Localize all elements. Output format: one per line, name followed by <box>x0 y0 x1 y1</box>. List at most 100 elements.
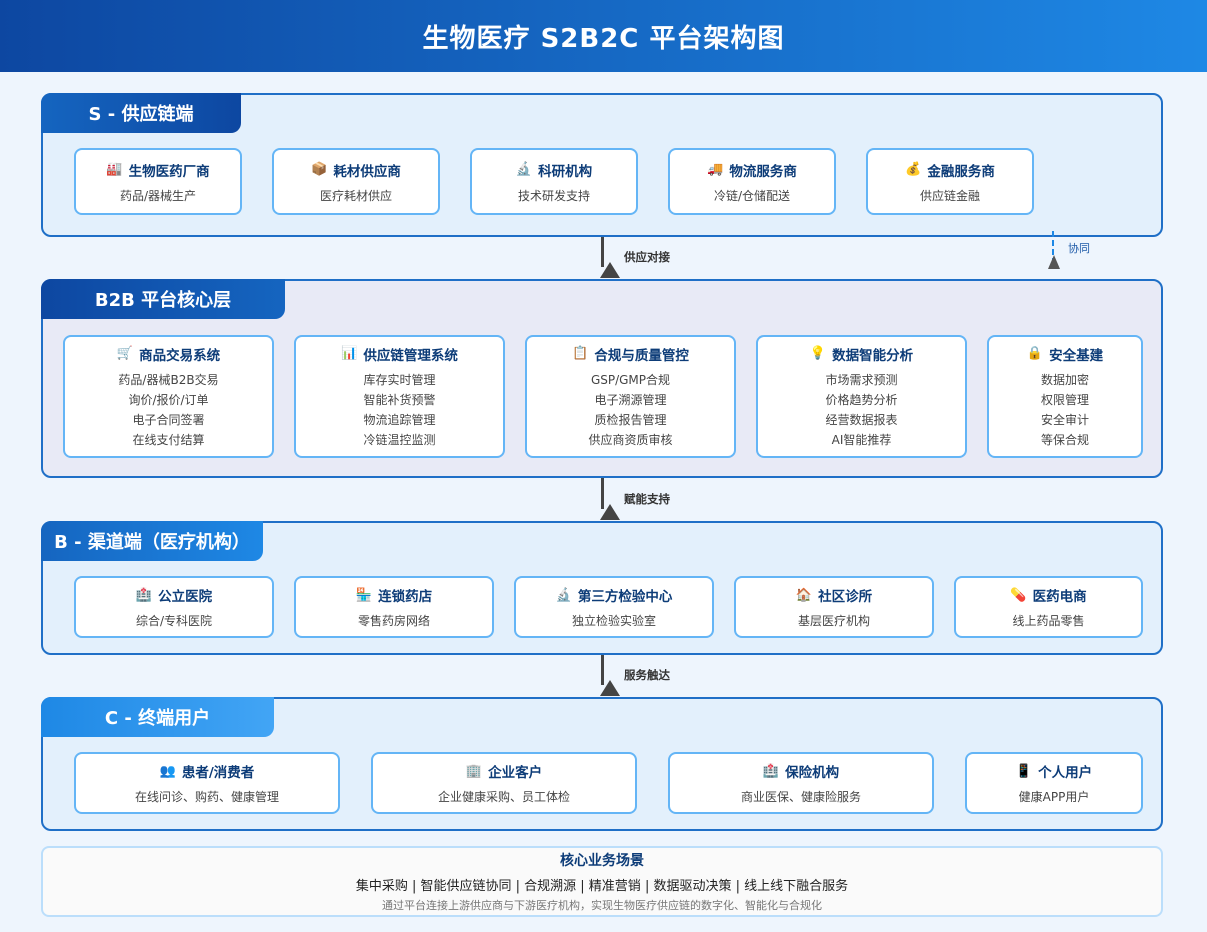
card-title: 安全基建 <box>1049 347 1104 364</box>
card-title: 保险机构 <box>785 765 840 781</box>
card-data-analytics[interactable]: 💡 数据智能分析 市场需求预测 价格趋势分析 经营数据报表 AI智能推荐 <box>756 335 967 458</box>
list-item: 物流追踪管理 <box>363 412 436 427</box>
core-scenario-panel: 核心业务场景 集中采购 | 智能供应链协同 | 合规溯源 | 精准营销 | 数据… <box>41 846 1163 917</box>
arrow-down-icon <box>600 504 620 520</box>
house-icon: 🏠 <box>795 587 813 603</box>
list-item: 市场需求预测 <box>825 372 898 387</box>
hospital-icon: 🏥 <box>762 763 780 779</box>
bar-chart-icon: 📊 <box>341 346 358 361</box>
card-feature-list: GSP/GMP合规 电子溯源管理 质检报告管理 供应商资质审核 <box>588 370 672 450</box>
cart-icon: 🛒 <box>116 346 134 361</box>
card-public-hospital[interactable]: 🏥 公立医院 综合/专科医院 <box>74 576 274 638</box>
card-subtitle: 医疗耗材供应 <box>319 188 392 203</box>
card-enterprise-clients[interactable]: 🏢 企业客户 企业健康采购、员工体检 <box>371 752 637 814</box>
arrow-up-icon <box>1048 255 1060 269</box>
connector-label-service: 服务触达 <box>624 668 670 682</box>
header-bar: 生物医疗 S2B2C 平台架构图 <box>0 0 1207 72</box>
lightbulb-icon: 💡 <box>809 346 827 361</box>
card-subtitle: 冷链/仓储配送 <box>713 188 791 203</box>
card-chain-pharmacy[interactable]: 🏪 连锁药店 零售药房网络 <box>294 576 494 638</box>
card-subtitle: 零售药房网络 <box>357 614 430 628</box>
card-subtitle: 企业健康采购、员工体检 <box>437 790 570 804</box>
channel-layer: B - 渠道端（医疗机构） 🏥 公立医院 综合/专科医院 🏪 连锁药店 零售药房网络… <box>41 521 1163 655</box>
card-third-party-lab[interactable]: 🔬 第三方检验中心 独立检验实验室 <box>514 576 714 638</box>
list-item: 价格趋势分析 <box>825 392 898 407</box>
card-subtitle: 技术研发支持 <box>517 188 590 203</box>
card-security-infra[interactable]: 🔒 安全基建 数据加密 权限管理 安全审计 等保合规 <box>987 335 1143 458</box>
card-pharma-ecommerce[interactable]: 💊 医药电商 线上药品零售 <box>954 576 1143 638</box>
card-feature-list: 药品/器械B2B交易 询价/报价/订单 电子合同签署 在线支付结算 <box>118 370 218 450</box>
list-item: 质检报告管理 <box>594 412 667 427</box>
people-icon: 👥 <box>159 763 176 779</box>
card-title: 耗材供应商 <box>333 163 401 180</box>
card-title: 医药电商 <box>1032 589 1087 605</box>
card-title: 供应链管理系统 <box>363 347 458 364</box>
scenario-description: 通过平台连接上游供应商与下游医疗机构，实现生物医疗供应链的数字化、智能化与合规化 <box>382 899 822 912</box>
card-subtitle: 在线问诊、购药、健康管理 <box>134 790 279 804</box>
b2b-core-layer: B2B 平台核心层 🛒 商品交易系统 药品/器械B2B交易 询价/报价/订单 电子… <box>41 279 1163 478</box>
card-compliance-quality[interactable]: 📋 合规与质量管控 GSP/GMP合规 电子溯源管理 质检报告管理 供应商资质审核 <box>525 335 736 458</box>
card-subtitle: 综合/专科医院 <box>135 614 213 628</box>
list-item: AI智能推荐 <box>831 432 892 447</box>
package-icon: 📦 <box>311 162 328 177</box>
card-title: 商品交易系统 <box>139 347 221 364</box>
list-item: 供应商资质审核 <box>588 432 673 447</box>
list-item: 药品/器械B2B交易 <box>118 372 219 387</box>
card-subtitle: 商业医保、健康险服务 <box>740 790 861 804</box>
list-item: 电子溯源管理 <box>594 392 667 407</box>
card-title: 数据智能分析 <box>832 347 914 364</box>
factory-icon: 🏭 <box>106 162 123 177</box>
microscope-icon: 🔬 <box>555 587 572 603</box>
layer-title-c: C - 终端用户 <box>41 697 274 737</box>
card-financial-provider[interactable]: 💰 金融服务商 供应链金融 <box>866 148 1034 215</box>
truck-icon: 🚚 <box>707 162 724 177</box>
clipboard-icon: 📋 <box>572 346 589 361</box>
layer-title-s: S - 供应链端 <box>41 93 241 133</box>
hospital-icon: 🏥 <box>135 587 153 603</box>
card-title: 科研机构 <box>538 163 593 180</box>
card-consumables-supplier[interactable]: 📦 耗材供应商 医疗耗材供应 <box>272 148 440 215</box>
scenario-line: 集中采购 | 智能供应链协同 | 合规溯源 | 精准营销 | 数据驱动决策 | … <box>355 879 849 894</box>
phone-icon: 📱 <box>1015 763 1033 779</box>
card-patients-consumers[interactable]: 👥 患者/消费者 在线问诊、购药、健康管理 <box>74 752 340 814</box>
scenario-title: 核心业务场景 <box>560 853 644 869</box>
supply-chain-layer: S - 供应链端 🏭 生物医药厂商 药品/器械生产 📦 耗材供应商 医疗耗材供应 🔬… <box>41 93 1163 237</box>
card-title: 社区诊所 <box>818 589 873 605</box>
list-item: 数据加密 <box>1040 372 1089 387</box>
card-individual-users[interactable]: 📱 个人用户 健康APP用户 <box>965 752 1143 814</box>
card-subtitle: 药品/器械生产 <box>119 188 197 203</box>
card-subtitle: 健康APP用户 <box>1018 790 1090 804</box>
list-item: 库存实时管理 <box>363 372 436 387</box>
list-item: 电子合同签署 <box>132 412 205 427</box>
card-research-institute[interactable]: 🔬 科研机构 技术研发支持 <box>470 148 638 215</box>
list-item: 智能补货预警 <box>363 392 436 407</box>
card-subtitle: 线上药品零售 <box>1012 614 1085 628</box>
layer-title-b: B - 渠道端（医疗机构） <box>41 521 263 561</box>
connector-label-supply: 供应对接 <box>624 250 670 264</box>
card-title: 公立医院 <box>158 589 213 605</box>
money-bag-icon: 💰 <box>905 162 922 177</box>
card-logistics-provider[interactable]: 🚚 物流服务商 冷链/仓储配送 <box>668 148 836 215</box>
card-title: 金融服务商 <box>927 163 995 180</box>
card-title: 生物医药厂商 <box>128 163 210 180</box>
microscope-icon: 🔬 <box>515 162 533 177</box>
card-title: 第三方检验中心 <box>577 589 673 605</box>
list-item: 权限管理 <box>1040 392 1089 407</box>
card-trading-system[interactable]: 🛒 商品交易系统 药品/器械B2B交易 询价/报价/订单 电子合同签署 在线支付结… <box>63 335 274 458</box>
store-icon: 🏪 <box>355 587 373 603</box>
list-item: 经营数据报表 <box>825 412 898 427</box>
card-title: 物流服务商 <box>729 163 797 180</box>
lock-icon: 🔒 <box>1026 346 1044 361</box>
card-biopharma-manufacturer[interactable]: 🏭 生物医药厂商 药品/器械生产 <box>74 148 242 215</box>
end-user-layer: C - 终端用户 👥 患者/消费者 在线问诊、购药、健康管理 🏢 企业客户 企业健康… <box>41 697 1163 831</box>
card-insurance-org[interactable]: 🏥 保险机构 商业医保、健康险服务 <box>668 752 934 814</box>
list-item: 在线支付结算 <box>132 432 205 447</box>
page-title: 生物医疗 S2B2C 平台架构图 <box>422 23 785 54</box>
office-building-icon: 🏢 <box>465 763 483 779</box>
list-item: 安全审计 <box>1040 412 1089 427</box>
card-supply-chain-system[interactable]: 📊 供应链管理系统 库存实时管理 智能补货预警 物流追踪管理 冷链温控监测 <box>294 335 505 458</box>
list-item: 冷链温控监测 <box>363 432 436 447</box>
card-community-clinic[interactable]: 🏠 社区诊所 基层医疗机构 <box>734 576 934 638</box>
connector-label-collab: 协同 <box>1068 242 1090 255</box>
arrow-down-icon <box>600 262 620 278</box>
